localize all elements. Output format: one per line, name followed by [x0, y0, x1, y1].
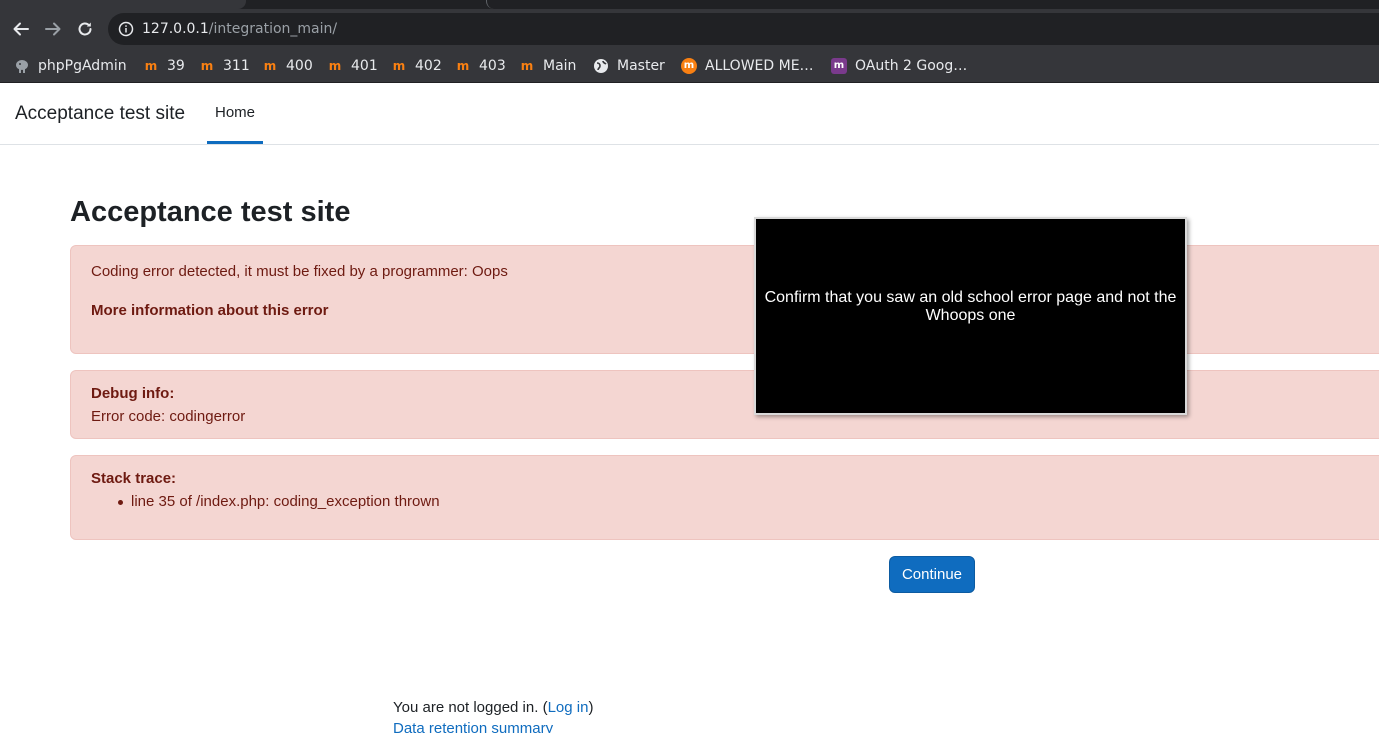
bookmark-phppgadmin[interactable]: phpPgAdmin: [14, 49, 127, 82]
more-info-toggle[interactable]: More information about this error: [91, 302, 329, 319]
moodle-icon: m: [328, 58, 342, 73]
page-title: Acceptance test site: [70, 196, 351, 228]
forward-button[interactable]: [42, 18, 64, 40]
bookmark-402[interactable]: m 402: [391, 49, 442, 82]
back-arrow-icon: [13, 22, 29, 36]
stack-trace-alert: Stack trace: line 35 of /index.php: codi…: [70, 455, 1379, 540]
bookmark-allowed-me[interactable]: m ALLOWED ME…: [681, 49, 814, 82]
browser-toolbar: 127.0.0.1/integration_main/: [0, 9, 1379, 49]
test-prompt-overlay: Confirm that you saw an old school error…: [754, 217, 1187, 415]
bookmark-label: Main: [543, 57, 577, 74]
moodle-icon: m: [520, 58, 534, 73]
address-bar[interactable]: 127.0.0.1/integration_main/: [108, 13, 1379, 45]
error-code: Error code: codingerror: [91, 408, 246, 425]
login-link[interactable]: Log in: [548, 699, 589, 716]
url-text[interactable]: 127.0.0.1/integration_main/: [142, 21, 337, 37]
active-tab[interactable]: [0, 0, 246, 9]
bookmark-39[interactable]: m 39: [143, 49, 185, 82]
bookmark-311[interactable]: m 311: [199, 49, 250, 82]
bookmark-label: ALLOWED ME…: [705, 57, 814, 74]
reload-icon: [78, 22, 92, 36]
moodle-square-icon: m: [831, 57, 847, 74]
bookmarks-bar: phpPgAdmin m 39 m 311 m 400 m 401 m 402 …: [0, 49, 1379, 83]
moodle-icon: m: [392, 58, 406, 73]
site-info-icon[interactable]: [118, 21, 134, 42]
globe-icon: [593, 58, 609, 74]
bookmark-main[interactable]: m Main: [519, 49, 577, 82]
moodle-icon: m: [263, 58, 277, 73]
stack-trace-item: line 35 of /index.php: coding_exception …: [91, 493, 440, 510]
reload-button[interactable]: [74, 18, 96, 40]
data-retention-link[interactable]: Data retention summary: [393, 720, 553, 733]
bookmark-label: 311: [223, 57, 250, 74]
debug-heading: Debug info:: [91, 385, 175, 402]
bookmark-label: 401: [351, 57, 378, 74]
bookmark-403[interactable]: m 403: [455, 49, 506, 82]
overlay-message: Confirm that you saw an old school error…: [764, 289, 1177, 324]
site-brand[interactable]: Acceptance test site: [15, 103, 185, 125]
bookmark-label: phpPgAdmin: [38, 57, 127, 74]
site-navbar: Acceptance test site Home: [0, 84, 1379, 145]
nav-home-tab[interactable]: Home: [207, 84, 263, 144]
login-info: You are not logged in. (Log in): [393, 699, 593, 716]
continue-button[interactable]: Continue: [889, 556, 975, 593]
bookmark-401[interactable]: m 401: [327, 49, 378, 82]
bookmark-oauth2-google[interactable]: m OAuth 2 Goog…: [831, 49, 967, 82]
bookmark-400[interactable]: m 400: [262, 49, 313, 82]
stack-trace-list: line 35 of /index.php: coding_exception …: [91, 493, 440, 510]
stack-heading: Stack trace:: [91, 470, 177, 487]
close-paren: ): [588, 699, 594, 716]
forward-arrow-icon: [45, 22, 61, 36]
back-button[interactable]: [10, 18, 32, 40]
bookmark-label: 400: [286, 57, 313, 74]
bookmark-label: 402: [415, 57, 442, 74]
moodle-icon: m: [456, 58, 470, 73]
tab-strip: [0, 0, 1379, 9]
error-message: Coding error detected, it must be fixed …: [91, 263, 508, 280]
moodle-icon: m: [144, 58, 158, 73]
elephant-icon: [14, 58, 30, 74]
bookmark-label: 403: [479, 57, 506, 74]
inactive-tab[interactable]: [486, 0, 1379, 9]
not-logged-in-text: You are not logged in. (: [393, 699, 548, 716]
bookmark-master[interactable]: Master: [593, 49, 665, 82]
bookmark-label: Master: [617, 57, 665, 74]
bookmark-label: OAuth 2 Goog…: [855, 57, 968, 74]
moodle-round-icon: m: [681, 57, 697, 74]
bookmark-label: 39: [167, 57, 185, 74]
url-host: 127.0.0.1: [142, 21, 209, 37]
url-path: /integration_main/: [208, 21, 338, 37]
moodle-icon: m: [200, 58, 214, 73]
